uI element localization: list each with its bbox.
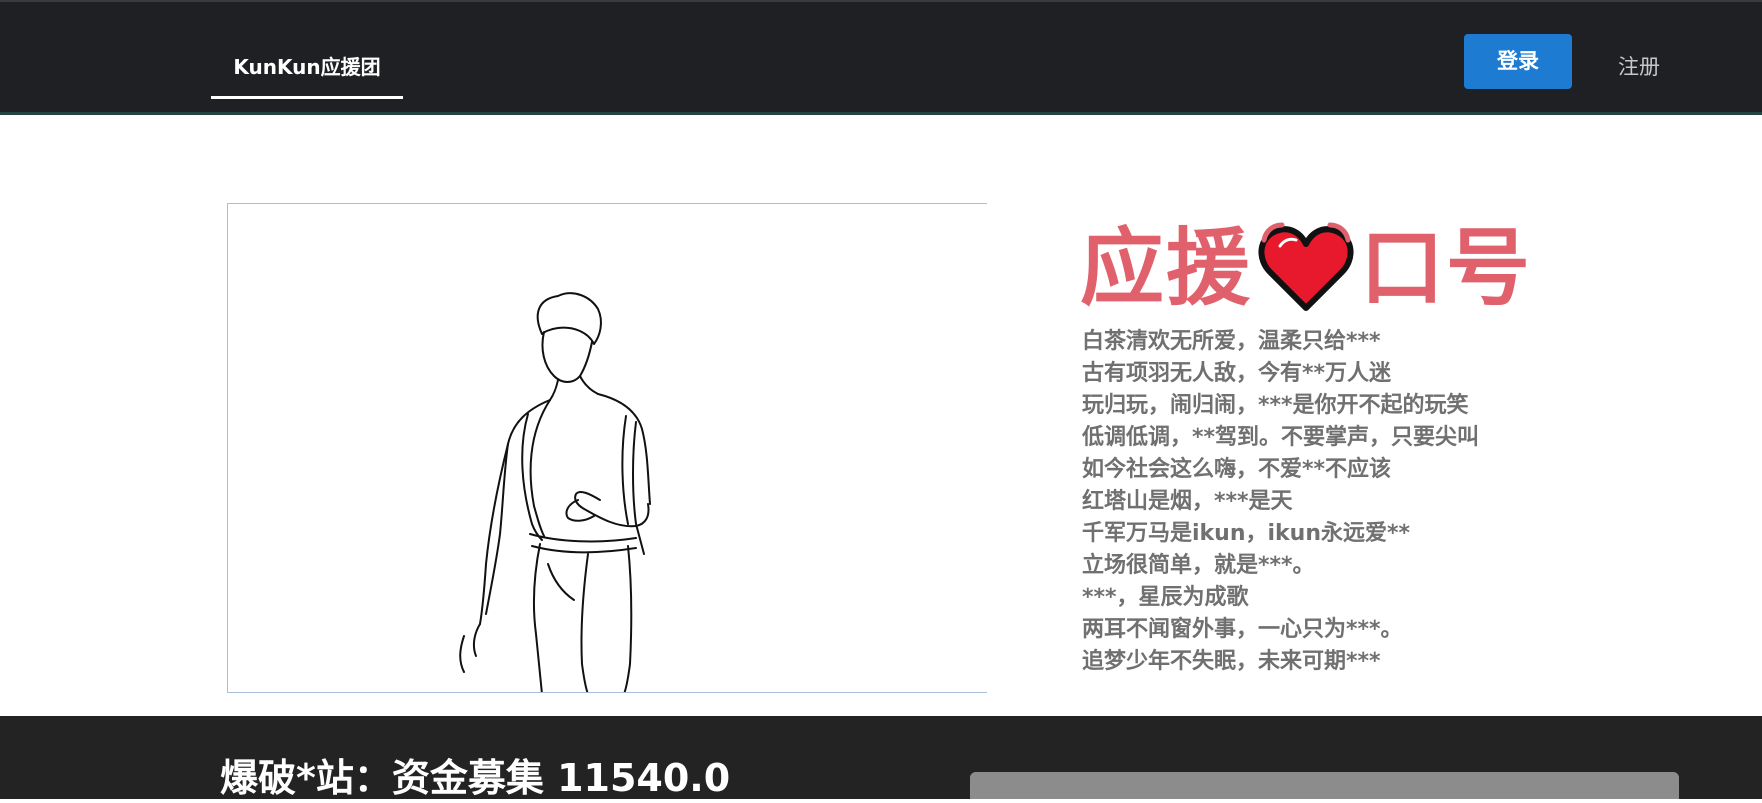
hero-image [227, 203, 987, 693]
slogan-line: 立场很简单，就是***。 [1082, 553, 1315, 578]
funding-progress-bar [970, 772, 1679, 799]
slogan-title-left: 应援 [1080, 219, 1253, 317]
login-button[interactable]: 登录 [1464, 34, 1572, 89]
slogan-line: 追梦少年不失眠，未来可期*** [1082, 649, 1381, 674]
register-link[interactable]: 注册 [1618, 50, 1678, 84]
funding-progress-fill [970, 772, 1679, 799]
person-line-drawing [459, 292, 651, 692]
slogan-line: 玩归玩，闹归闹，***是你开不起的玩笑 [1082, 393, 1469, 418]
slogan-line: 两耳不闻窗外事，一心只为***。 [1082, 617, 1403, 642]
slogan-title: 应援 口号 [1080, 218, 1550, 318]
slogan-line: 千军万马是ikun，ikun永远爱** [1082, 521, 1411, 546]
slogan-line: 如今社会这么嗨，不爱**不应该 [1082, 457, 1392, 482]
slogan-line: 白茶清欢无所爱，温柔只给*** [1082, 329, 1381, 354]
slogan-line: 红塔山是烟，***是天 [1082, 489, 1293, 514]
funding-title: 爆破*站：资金募集 11540.0 [220, 756, 731, 800]
slogan-line: 低调低调，**驾到。不要掌声，只要尖叫 [1082, 425, 1480, 450]
slogan-line: ***，星辰为成歌 [1082, 585, 1249, 610]
slogan-line: 古有项羽无人敌，今有**万人迷 [1082, 361, 1392, 386]
nav-tab-kunkun[interactable]: KunKun应援团 [211, 47, 403, 99]
slogan-list[interactable]: 白茶清欢无所爱，温柔只给*** 古有项羽无人敌，今有**万人迷 玩归玩，闹归闹，… [1082, 326, 1542, 684]
heart-icon [1258, 222, 1354, 311]
top-navbar: KunKun应援团 登录 注册 [0, 0, 1762, 115]
slogan-title-right: 口号 [1360, 219, 1533, 317]
